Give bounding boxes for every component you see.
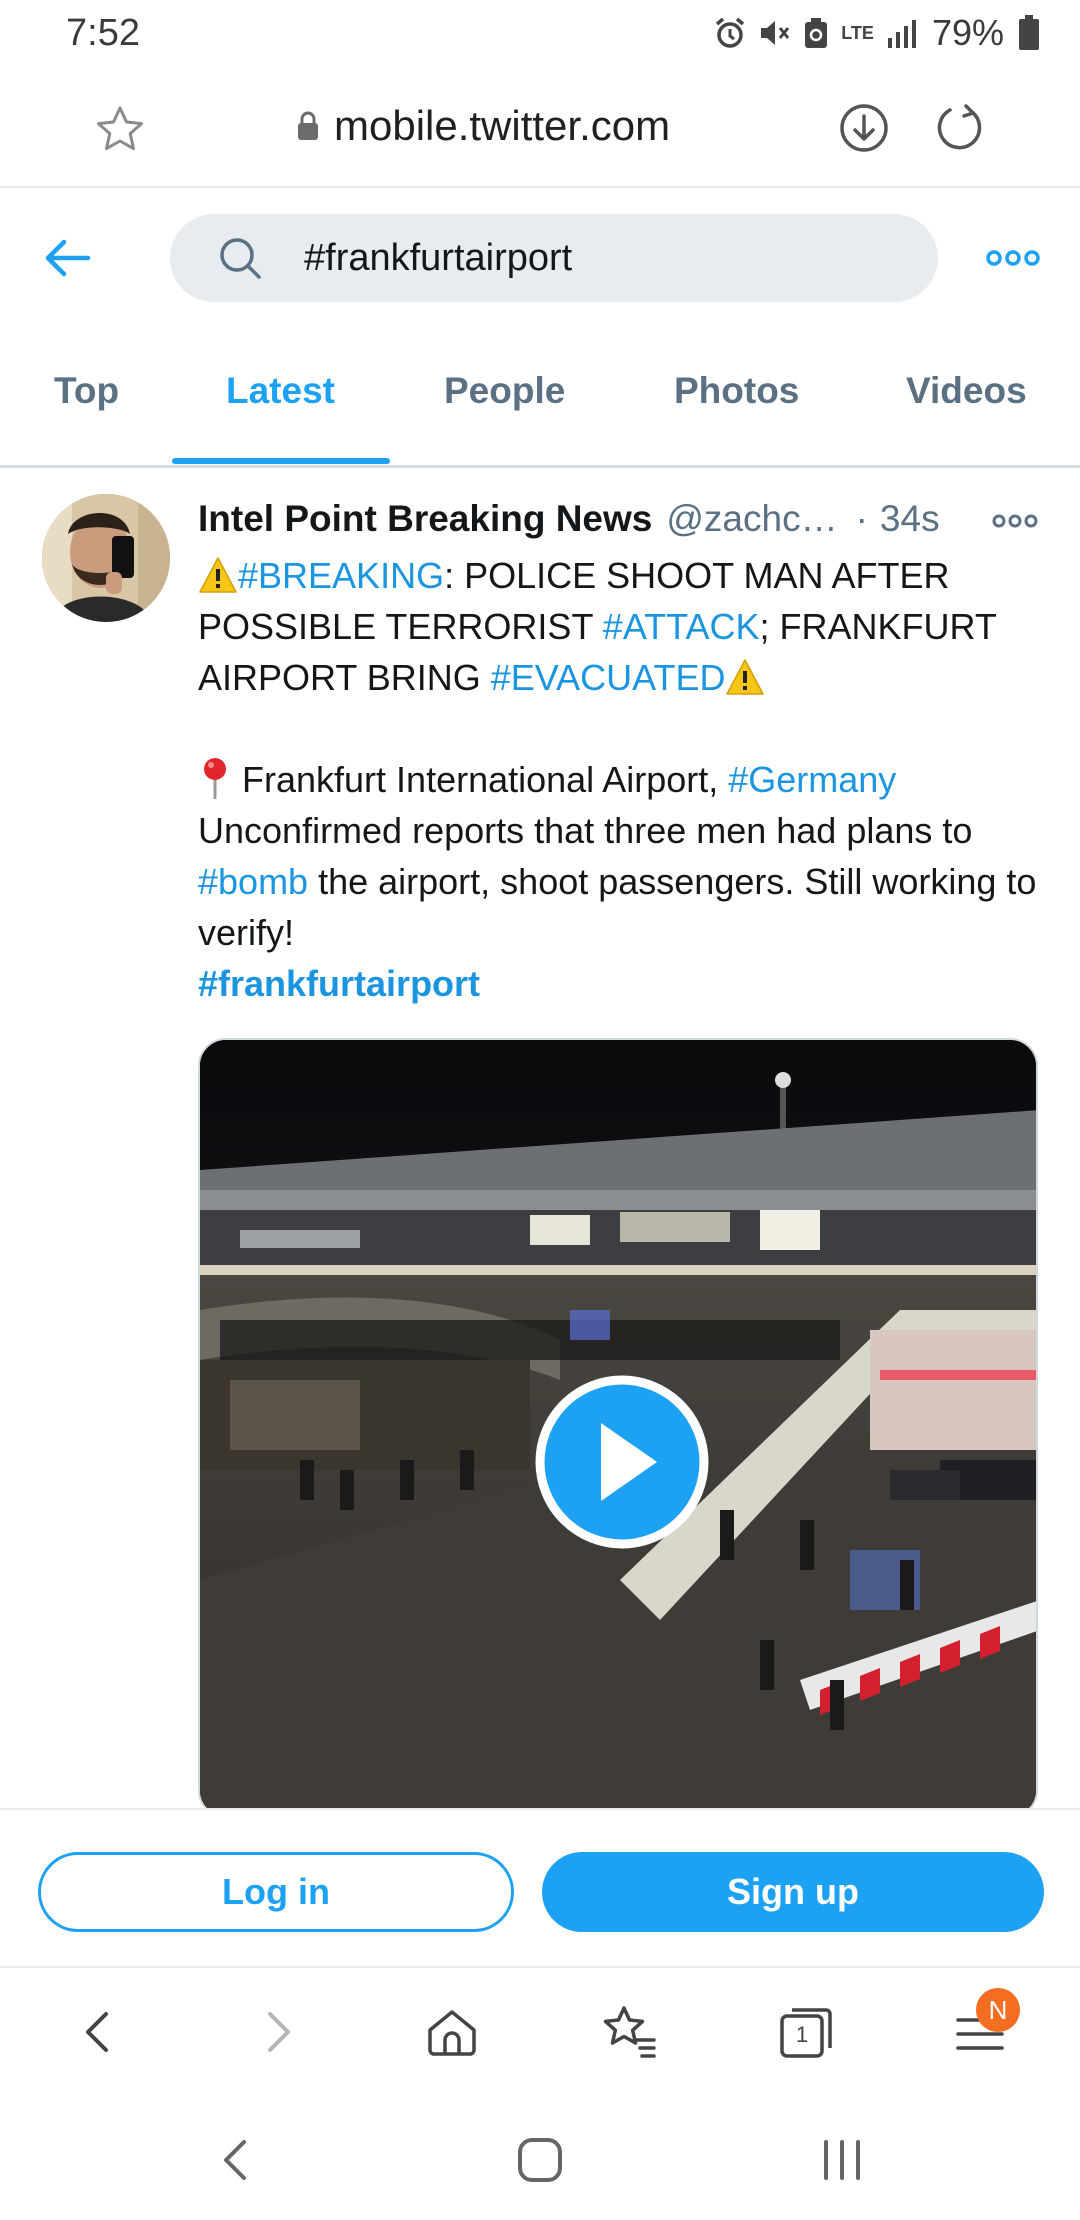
tweet-blank-line [198, 703, 1038, 754]
bookmark-star-icon[interactable] [92, 102, 148, 158]
video-thumbnail[interactable] [198, 1038, 1038, 1818]
tab-top[interactable]: Top [54, 370, 119, 412]
avatar[interactable] [42, 494, 170, 622]
bookmarks-icon[interactable] [596, 2000, 660, 2064]
tweet[interactable]: Intel Point Breaking News @zachc… · 34s … [0, 468, 1080, 1818]
search-input[interactable] [304, 232, 904, 284]
url-text: mobile.twitter.com [334, 102, 671, 149]
tweet-header: Intel Point Breaking News @zachc… · 34s [198, 498, 940, 540]
search-header [0, 190, 1080, 326]
tweet-paragraph-1: #BREAKING: POLICE SHOOT MAN AFTER POSSIB… [198, 550, 1038, 703]
warning-icon [199, 557, 237, 593]
hashtag-bomb[interactable]: #bomb [198, 861, 308, 902]
separator: · [855, 498, 868, 539]
search-icon [220, 238, 261, 279]
hashtag-breaking[interactable]: #BREAKING [238, 555, 444, 596]
url-field[interactable]: mobile.twitter.com [296, 102, 670, 150]
hashtag-germany[interactable]: #Germany [728, 759, 896, 800]
play-button-icon[interactable] [535, 1375, 709, 1549]
network-label: LTE [841, 23, 874, 43]
hashtag-attack[interactable]: #ATTACK [603, 606, 760, 647]
status-time: 7:52 [66, 12, 140, 54]
recycle-icon [805, 18, 828, 48]
search-tabs: Top Latest People Photos Videos [0, 328, 1080, 468]
sign-up-button[interactable]: Sign up [542, 1852, 1044, 1932]
tweet-paragraph-3: Unconfirmed reports that three men had p… [198, 805, 1038, 958]
status-icons: LTE 79% [713, 12, 1040, 54]
tab-latest[interactable]: Latest [226, 370, 335, 412]
round-pushpin-icon [204, 758, 226, 799]
system-back-icon[interactable] [208, 2132, 264, 2188]
log-in-button[interactable]: Log in [38, 1852, 514, 1932]
auth-bar: Log in Sign up [0, 1808, 1080, 1968]
tab-people[interactable]: People [444, 370, 565, 412]
system-navigation-bar [0, 2094, 1080, 2220]
tweet-text-segment: Unconfirmed reports that three men had p… [198, 810, 973, 851]
tab-videos[interactable]: Videos [906, 370, 1027, 412]
alarm-icon [716, 17, 745, 48]
system-home-icon[interactable] [512, 2132, 568, 2188]
author-name[interactable]: Intel Point Breaking News [198, 498, 652, 540]
status-bar: 7:52 LTE 79% [0, 0, 1080, 70]
author-handle[interactable]: @zachc… [666, 498, 837, 540]
warning-icon [726, 659, 765, 695]
hashtag-frankfurtairport[interactable]: #frankfurtairport [198, 963, 480, 1004]
browser-forward-icon[interactable] [246, 2000, 310, 2064]
active-tab-indicator [172, 458, 390, 464]
browser-bottom-toolbar: 1 [0, 1970, 1080, 2094]
reload-icon[interactable] [932, 100, 988, 156]
browser-url-bar: mobile.twitter.com [0, 70, 1080, 188]
download-icon[interactable] [836, 100, 892, 156]
battery-percent: 79% [931, 12, 1004, 53]
tweet-text: #BREAKING: POLICE SHOOT MAN AFTER POSSIB… [198, 550, 1038, 1009]
menu-notification-badge: N [976, 1988, 1020, 2032]
mute-icon [761, 21, 790, 45]
browser-back-icon[interactable] [66, 2000, 130, 2064]
tweet-more-icon[interactable] [992, 512, 1038, 530]
tab-count: 1 [795, 2022, 809, 2047]
more-options-icon[interactable] [985, 248, 1041, 268]
tabs-button[interactable]: 1 [774, 2000, 838, 2064]
tweet-paragraph-2: Frankfurt International Airport, #German… [198, 754, 1038, 805]
tweet-text-segment: Frankfurt International Airport, [232, 759, 729, 800]
tab-photos[interactable]: Photos [674, 370, 799, 412]
home-icon[interactable] [420, 2000, 484, 2064]
battery-icon [1019, 15, 1039, 50]
recent-apps-icon[interactable] [814, 2132, 870, 2188]
back-arrow-icon[interactable] [40, 230, 96, 286]
tweet-text-segment: the airport, shoot passengers. Still wor… [198, 861, 1037, 953]
lock-icon [298, 111, 318, 140]
tweet-time[interactable]: 34s [880, 498, 940, 540]
hashtag-evacuated[interactable]: #EVACUATED [491, 657, 726, 698]
search-box[interactable] [170, 214, 938, 302]
signal-icon [887, 20, 916, 48]
